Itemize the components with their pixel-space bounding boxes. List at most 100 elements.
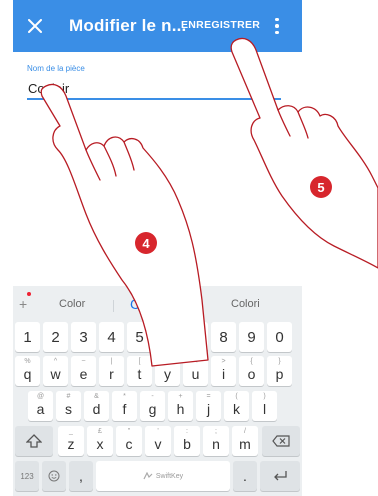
room-name-label: Nom de la pièce xyxy=(27,64,85,73)
suggestion-bar: + Color Couloir Colori xyxy=(13,286,302,322)
key-label: a xyxy=(36,401,45,417)
key-label: 6 xyxy=(163,328,172,346)
key-label: v xyxy=(154,436,162,452)
key-alt-label: % xyxy=(24,358,31,365)
key-label: 8 xyxy=(219,328,228,346)
key-alt-label: ' xyxy=(157,428,159,435)
key-label: e xyxy=(79,366,88,382)
backspace-key[interactable] xyxy=(262,426,300,456)
shift-key[interactable] xyxy=(15,426,53,456)
key-label: p xyxy=(275,366,284,382)
space-key[interactable]: SwiftKey xyxy=(96,461,230,491)
key-q[interactable]: % q xyxy=(15,356,40,386)
key-alt-label: ; xyxy=(215,428,217,435)
key-4[interactable]: 4 xyxy=(99,322,124,352)
key-c[interactable]: " c xyxy=(116,426,142,456)
key-label: l xyxy=(262,401,267,417)
key-label: b xyxy=(183,436,191,452)
key-label: h xyxy=(176,401,185,417)
key-5[interactable]: 5 xyxy=(127,322,152,352)
key-alt-label: @ xyxy=(36,393,45,400)
key-h[interactable]: + h xyxy=(168,391,193,421)
key-g[interactable]: -g xyxy=(140,391,165,421)
key-label: o xyxy=(247,366,256,382)
suggestion-left[interactable]: Color xyxy=(59,298,85,310)
key-s[interactable]: # s xyxy=(56,391,81,421)
comma-key[interactable]: , xyxy=(69,461,93,491)
key-1[interactable]: 1 xyxy=(15,322,40,352)
app-bar: Modifier le n... ENREGISTRER xyxy=(13,0,302,52)
key-alt-label: * xyxy=(123,393,126,400)
period-key[interactable]: . xyxy=(233,461,257,491)
key-alt-label: [ xyxy=(138,358,141,365)
key-label: c xyxy=(125,436,133,452)
key-6[interactable]: 6 xyxy=(155,322,180,352)
key-2[interactable]: 2 xyxy=(43,322,68,352)
key-t[interactable]: [t xyxy=(127,356,152,386)
key-d[interactable]: & d xyxy=(84,391,109,421)
key-label: q xyxy=(23,366,32,382)
key-e[interactable]: ~ e xyxy=(71,356,96,386)
key-alt-label: " xyxy=(127,428,131,435)
key-alt-label: ^ xyxy=(53,358,58,365)
key-l[interactable]: ) l xyxy=(252,391,277,421)
key-label: 9 xyxy=(247,328,256,346)
key-label: j xyxy=(206,401,211,417)
key-f[interactable]: * f xyxy=(112,391,137,421)
key-x[interactable]: £ x xyxy=(87,426,113,456)
key-k[interactable]: (k xyxy=(224,391,249,421)
key-v[interactable]: ' v xyxy=(145,426,171,456)
more-options-icon[interactable] xyxy=(267,14,287,38)
key-8[interactable]: 8 xyxy=(211,322,236,352)
key-alt-label: > xyxy=(221,358,226,365)
key-3[interactable]: 3 xyxy=(71,322,96,352)
suggestion-right[interactable]: Colori xyxy=(231,298,260,310)
symbols-key[interactable]: 123 xyxy=(15,461,39,491)
key-r[interactable]: | r xyxy=(99,356,124,386)
key-alt-label: £ xyxy=(98,428,102,435)
key-label: t xyxy=(137,366,142,382)
key-y[interactable]: ] y xyxy=(155,356,180,386)
key-a[interactable]: @ a xyxy=(28,391,53,421)
close-icon[interactable] xyxy=(21,12,49,40)
key-w[interactable]: ^ w xyxy=(43,356,68,386)
space-brand-label: SwiftKey xyxy=(155,472,184,480)
key-n[interactable]: ; n xyxy=(203,426,229,456)
toolbar-expand-icon[interactable]: + xyxy=(19,292,31,312)
key-label: 2 xyxy=(51,328,60,346)
key-label: w xyxy=(50,366,61,382)
key-label: s xyxy=(65,401,72,417)
key-j[interactable]: = j xyxy=(196,391,221,421)
key-o[interactable]: {o xyxy=(239,356,264,386)
swiftkey-logo-icon xyxy=(143,472,153,480)
suggestion-center[interactable]: Couloir xyxy=(130,296,174,312)
enter-key[interactable] xyxy=(260,461,300,491)
key-9[interactable]: 9 xyxy=(239,322,264,352)
room-name-input[interactable] xyxy=(27,78,281,100)
emoji-icon xyxy=(48,470,60,482)
key-7[interactable]: 7 xyxy=(183,322,208,352)
emoji-key[interactable] xyxy=(42,461,66,491)
key-0[interactable]: 0 xyxy=(267,322,292,352)
key-label: r xyxy=(109,366,114,382)
key-i[interactable]: > i xyxy=(211,356,236,386)
key-z[interactable]: _ z xyxy=(58,426,84,456)
key-p[interactable]: } p xyxy=(267,356,292,386)
key-label: 5 xyxy=(135,328,144,346)
key-alt-label: ( xyxy=(235,393,238,400)
key-u[interactable]: < u xyxy=(183,356,208,386)
key-label: d xyxy=(92,401,101,417)
key-alt-label: _ xyxy=(69,428,73,435)
key-alt-label: / xyxy=(244,428,246,435)
key-alt-label: | xyxy=(110,358,113,365)
save-button[interactable]: ENREGISTRER xyxy=(181,19,260,31)
key-m[interactable]: / m xyxy=(232,426,258,456)
suggestion-divider xyxy=(113,300,114,312)
hand-pointing-save xyxy=(230,37,378,269)
key-label: 1 xyxy=(23,328,32,346)
key-b[interactable]: :b xyxy=(174,426,200,456)
key-alt-label: = xyxy=(206,393,211,400)
step-badge-4: 4 xyxy=(135,232,157,254)
keyboard: + Color Couloir Colori 1 2 3 4 5 6 7 8 9 0% q ^ w ~ e |… xyxy=(13,286,302,496)
key-label: u xyxy=(191,366,200,382)
